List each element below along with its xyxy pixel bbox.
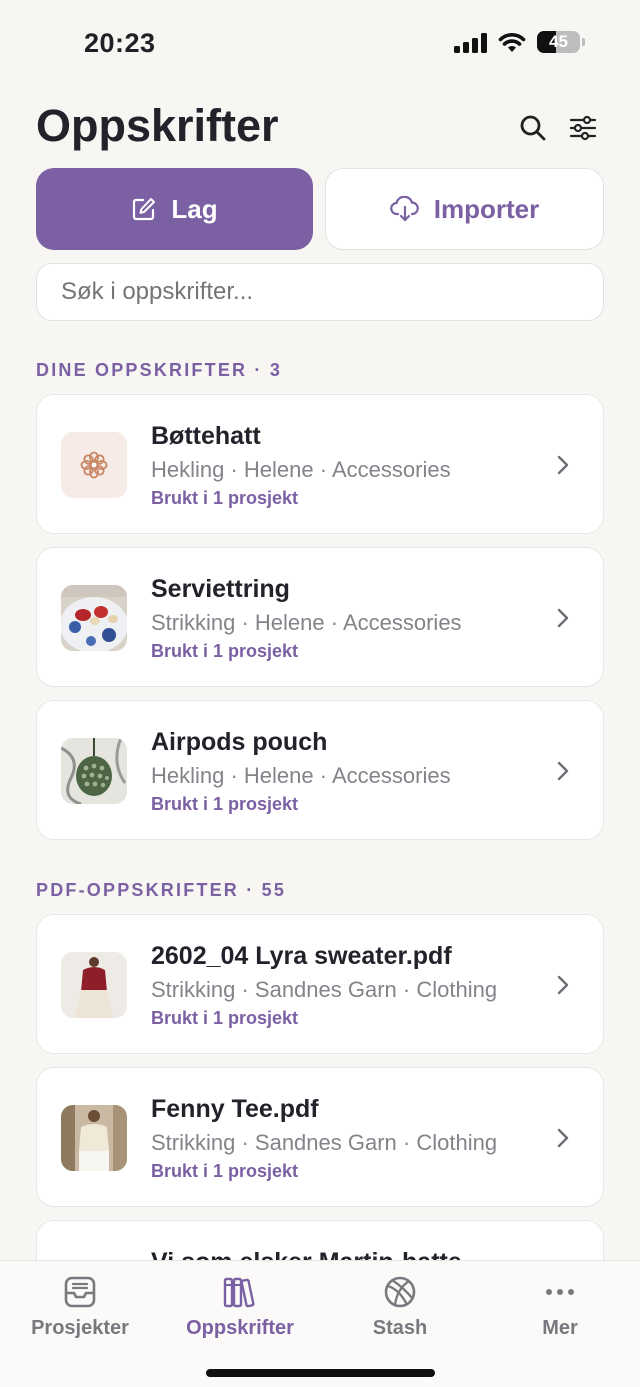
search-icon [520, 115, 546, 141]
recipe-meta: Hekling · Helene · Accessories [151, 457, 451, 482]
section-header-my-recipes: DINE OPPSKRIFTER · 3 [36, 360, 283, 380]
recipe-photo [61, 952, 127, 1018]
create-label: Lag [171, 193, 218, 224]
chevron-right-icon [557, 1128, 569, 1148]
recipe-photo [61, 738, 127, 804]
status-bar: 20:23 45 [0, 0, 640, 90]
recipe-card[interactable]: Serviettring Strikking · Helene · Access… [36, 547, 604, 687]
filter-button[interactable] [567, 112, 599, 144]
tab-more[interactable]: Mer [480, 1261, 640, 1361]
sliders-icon [569, 115, 597, 141]
cloud-download-icon [389, 196, 419, 222]
tab-label: Prosjekter [31, 1317, 129, 1339]
page-title: Oppskrifter [36, 100, 279, 151]
more-icon [546, 1289, 574, 1295]
books-icon [223, 1277, 255, 1308]
tab-label: Stash [372, 1317, 428, 1339]
flower-icon [80, 451, 108, 479]
import-label: Importer [433, 193, 540, 224]
wifi-icon [498, 33, 526, 52]
recipe-card[interactable]: Fenny Tee.pdf Strikking · Sandnes Garn ·… [36, 1067, 604, 1207]
tray-icon [64, 1276, 96, 1308]
chevron-right-icon [557, 975, 569, 995]
recipe-usage: Brukt i 1 prosjekt [151, 1161, 299, 1181]
recipe-usage: Brukt i 1 prosjekt [151, 1008, 299, 1028]
battery-level: 45 [549, 32, 568, 51]
flower-thumbnail [61, 432, 127, 498]
recipe-meta: Strikking · Sandnes Garn · Clothing [151, 1130, 498, 1155]
recipe-meta: Strikking · Sandnes Garn · Clothing [151, 977, 498, 1002]
recipe-meta: Hekling · Helene · Accessories [151, 763, 451, 788]
recipe-title: Serviettring [151, 575, 290, 603]
recipe-title: Bøttehatt [151, 422, 261, 450]
recipe-title: 2602_04 Lyra sweater.pdf [151, 942, 452, 970]
recipe-title: Airpods pouch [151, 728, 328, 756]
tab-bar: Prosjekter Oppskrifter Stash Mer [0, 1260, 640, 1387]
chevron-right-icon [557, 455, 569, 475]
status-time: 20:23 [84, 28, 156, 58]
chevron-right-icon [557, 761, 569, 781]
chevron-right-icon [557, 608, 569, 628]
section-header-pdf-recipes: PDF-OPPSKRIFTER · 55 [36, 880, 287, 900]
tab-stash[interactable]: Stash [320, 1261, 480, 1361]
recipe-photo [61, 1105, 127, 1171]
recipe-search-input[interactable] [36, 263, 604, 321]
recipe-usage: Brukt i 1 prosjekt [151, 641, 299, 661]
recipe-card[interactable]: 2602_04 Lyra sweater.pdf Strikking · San… [36, 914, 604, 1054]
yarn-ball-icon [384, 1276, 416, 1308]
tab-label: Mer [542, 1317, 578, 1339]
create-recipe-button[interactable]: Lag [36, 168, 313, 250]
recipe-photo [61, 585, 127, 651]
recipe-meta: Strikking · Helene · Accessories [151, 610, 462, 635]
battery-icon: 45 [537, 31, 585, 55]
recipe-card[interactable]: Airpods pouch Hekling · Helene · Accesso… [36, 700, 604, 840]
tab-recipes[interactable]: Oppskrifter [160, 1261, 320, 1361]
recipe-card[interactable]: Bøttehatt Hekling · Helene · Accessories… [36, 394, 604, 534]
tab-projects[interactable]: Prosjekter [0, 1261, 160, 1361]
import-button[interactable]: Importer [325, 168, 604, 250]
recipe-usage: Brukt i 1 prosjekt [151, 794, 299, 814]
home-indicator [206, 1369, 435, 1377]
tab-label: Oppskrifter [186, 1317, 294, 1339]
recipe-title: Fenny Tee.pdf [151, 1095, 319, 1123]
recipe-usage: Brukt i 1 prosjekt [151, 488, 299, 508]
cellular-signal-icon [454, 33, 487, 53]
search-button[interactable] [517, 112, 549, 144]
edit-icon [133, 198, 156, 221]
